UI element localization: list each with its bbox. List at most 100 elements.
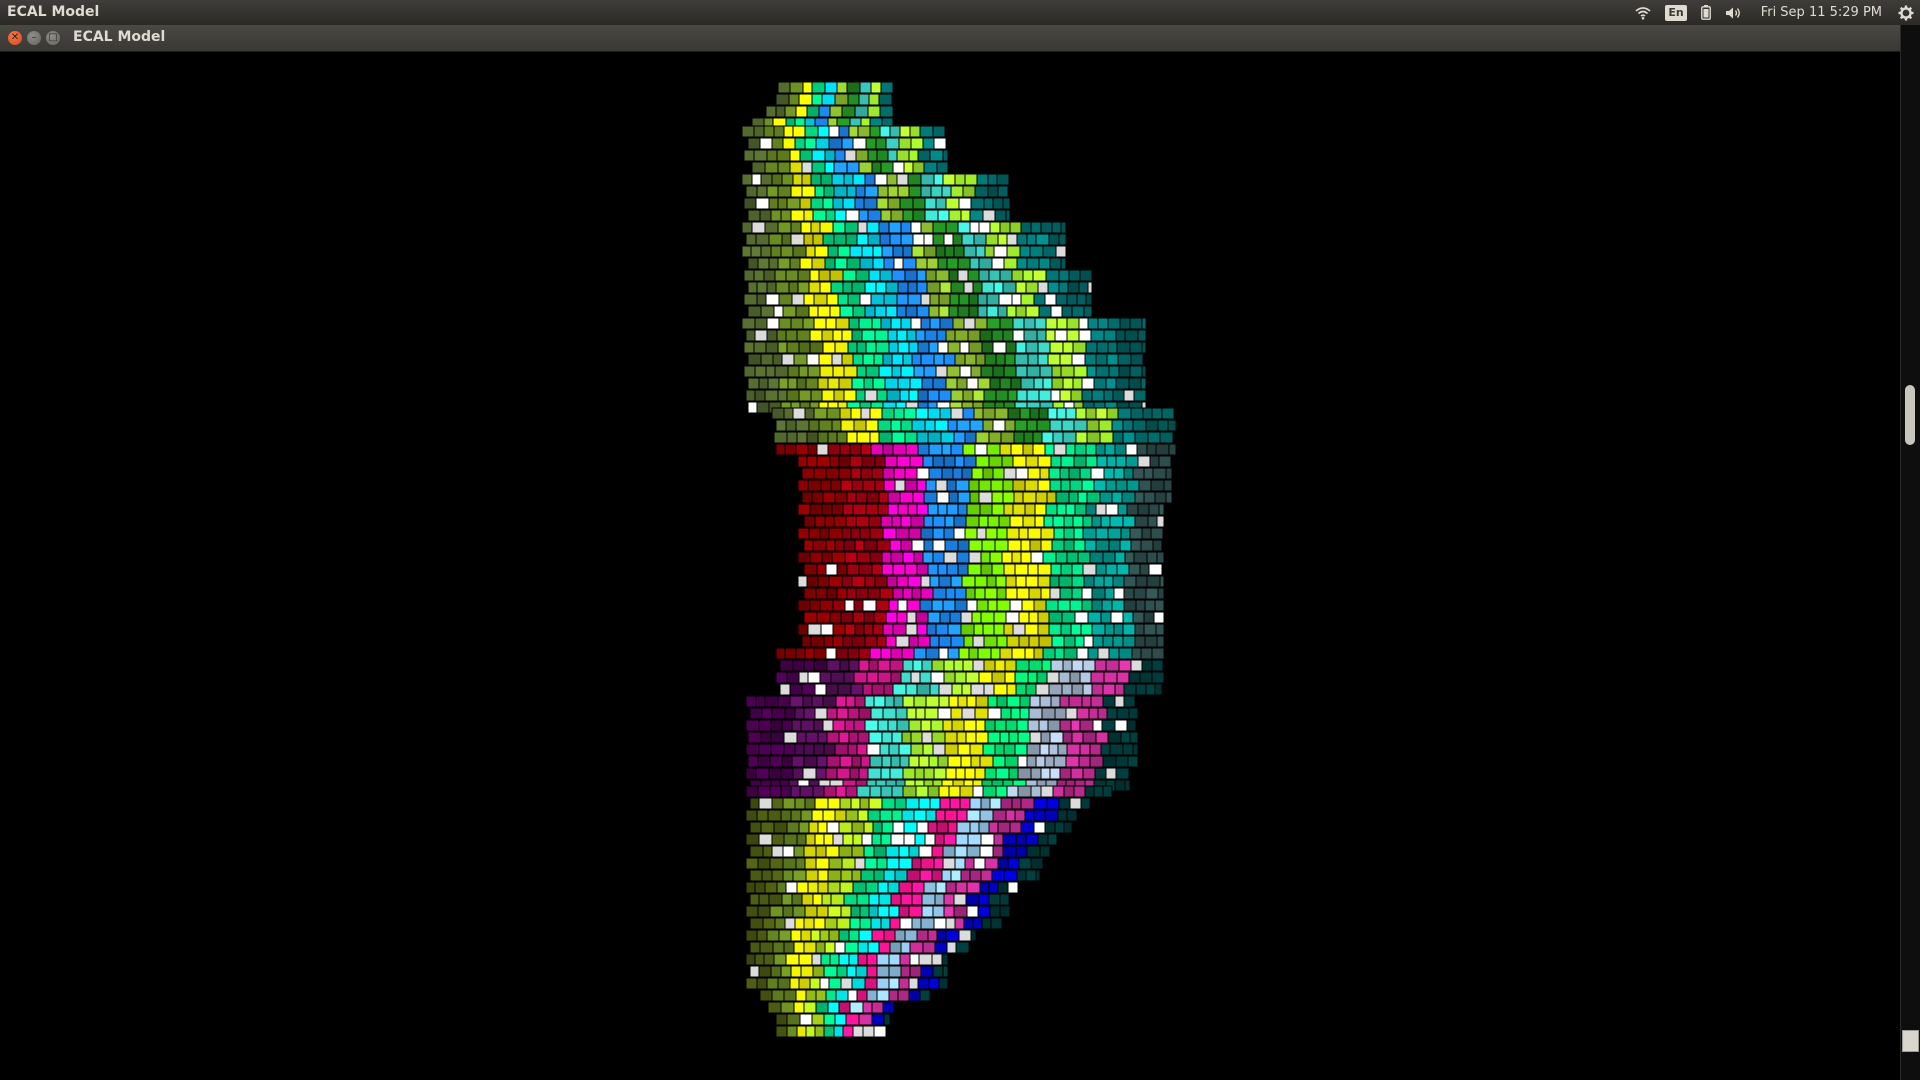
crystal-cell [907, 293, 922, 306]
crystal-cell [834, 1013, 847, 1026]
crystal-cell [1049, 575, 1060, 588]
crystal-cell [803, 917, 815, 930]
crystal-cell [815, 857, 830, 870]
crystal-cell [1053, 755, 1067, 768]
crystal-cell [880, 833, 892, 846]
crystal-cell [974, 575, 988, 588]
window-titlebar[interactable]: ✕ – □ ECAL Model [0, 25, 1900, 52]
crystal-cell [1132, 611, 1145, 624]
crystal-cell [969, 743, 984, 756]
crystal-cell [900, 419, 913, 432]
crystal-cell [755, 767, 770, 780]
window-close-button[interactable]: ✕ [8, 31, 22, 45]
crystal-cell [1025, 575, 1039, 588]
crystal-cell [968, 305, 979, 318]
crystal-cell [1001, 455, 1014, 468]
crystal-cell [1106, 707, 1118, 720]
crystal-cell [950, 869, 962, 882]
crystal-cell [956, 809, 968, 822]
crystal-cell [930, 185, 943, 198]
crystal-cell [906, 329, 917, 342]
crystal-cell [933, 173, 944, 186]
crystal-cell [932, 233, 945, 246]
settings-gear-icon[interactable] [1898, 5, 1914, 21]
crystal-cell [1032, 443, 1046, 456]
crystal-cell [1073, 365, 1088, 378]
crystal-cell [968, 341, 983, 354]
crystal-cell [1014, 353, 1029, 366]
crystal-cell [817, 575, 830, 588]
crystal-cell [952, 467, 963, 480]
crystal-cell [871, 929, 885, 942]
crystal-cell [782, 137, 796, 150]
crystal-cell [913, 647, 927, 660]
crystal-cell [1024, 809, 1035, 822]
crystal-cell [1109, 743, 1124, 756]
crystal-cell [1066, 551, 1079, 564]
crystal-cell [775, 105, 786, 118]
crystal-cell [1082, 659, 1096, 672]
crystal-cell [902, 659, 914, 672]
crystal-cell [987, 515, 1000, 528]
crystal-cell [943, 233, 954, 246]
crystal-cell [983, 389, 997, 402]
crystal-cell [1073, 419, 1088, 432]
crystal-cell [959, 341, 970, 354]
volume-icon[interactable] [1725, 6, 1743, 20]
battery-icon[interactable] [1700, 5, 1711, 20]
crystal-cell [743, 269, 755, 282]
crystal-cell [1122, 431, 1136, 444]
wifi-icon[interactable] [1635, 6, 1651, 20]
crystal-cell [1018, 857, 1032, 870]
crystal-cell [1102, 683, 1116, 696]
crystal-cell [1091, 389, 1105, 402]
window-maximize-button[interactable]: □ [46, 31, 60, 45]
crystal-cell [867, 233, 881, 246]
crystal-cell [890, 671, 902, 684]
scrollbar-end-handle[interactable] [1902, 1030, 1919, 1052]
crystal-cell [957, 305, 970, 318]
crystal-cell [786, 197, 801, 210]
crystal-cell [1057, 599, 1071, 612]
crystal-cell [1123, 575, 1137, 588]
crystal-cell [780, 965, 792, 978]
window-minimize-button[interactable]: – [27, 31, 41, 45]
crystal-cell [961, 233, 975, 246]
crystal-cell [1122, 743, 1134, 756]
crystal-cell [747, 755, 759, 768]
crystal-cell [942, 599, 956, 612]
crystal-cell [902, 551, 915, 564]
crystal-cell [900, 965, 911, 978]
crystal-cell [793, 941, 805, 954]
crystal-cell [937, 755, 949, 768]
crystal-cell [884, 377, 899, 390]
keyboard-language-icon[interactable]: En [1665, 4, 1687, 21]
crystal-cell [942, 845, 956, 858]
crystal-cell [950, 389, 964, 402]
language-badge: En [1665, 4, 1687, 21]
crystal-cell [754, 389, 766, 402]
ecal-canvas[interactable] [0, 52, 1900, 1080]
crystal-cell [1054, 707, 1067, 720]
clock[interactable]: Fri Sep 11 5:29 PM [1761, 5, 1882, 20]
crystal-cell [777, 197, 788, 210]
crystal-cell [760, 305, 775, 318]
crystal-cell [911, 893, 923, 906]
scrollbar-thumb[interactable] [1905, 385, 1915, 445]
crystal-cell [1039, 467, 1050, 480]
crystal-cell [1019, 245, 1031, 258]
crystal-cell [888, 989, 899, 1002]
crystal-cell [941, 467, 954, 480]
crystal-cell [756, 809, 769, 822]
crystal-cell [935, 365, 948, 378]
crystal-cell [1004, 659, 1017, 672]
crystal-cell [916, 269, 927, 282]
crystal-cell [854, 539, 865, 552]
crystal-cell [954, 671, 967, 684]
crystal-cell [923, 233, 934, 246]
crystal-cell [831, 419, 842, 432]
crystal-cell [866, 221, 880, 234]
crystal-cell [755, 695, 766, 708]
vertical-scrollbar[interactable] [1900, 25, 1920, 1080]
crystal-cell [1110, 611, 1124, 624]
